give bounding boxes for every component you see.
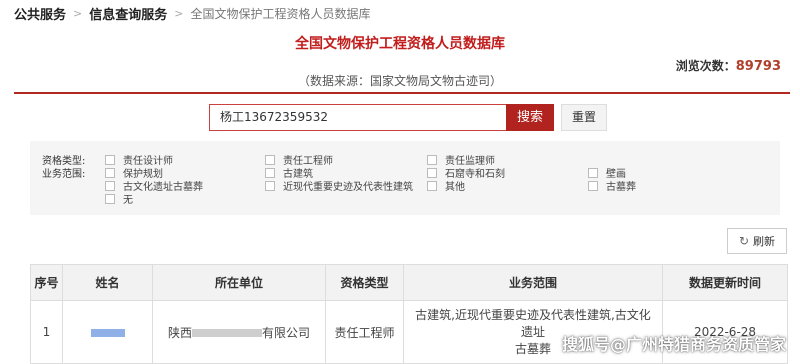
filter-panel: 资格类型: 业务范围: 责任设计师 责任工程师 责任监理师 保护规划 古建筑 石… xyxy=(30,141,780,215)
breadcrumb: 公共服务 > 信息查询服务 > 全国文物保护工程资格人员数据库 xyxy=(14,4,370,23)
checkbox[interactable] xyxy=(427,180,437,191)
filter-option-modern-sites[interactable]: 近现代重要史迹及代表性建筑 xyxy=(265,178,413,193)
filter-option-other[interactable]: 其他 xyxy=(427,178,465,193)
breadcrumb-separator: > xyxy=(73,7,83,20)
watermark: 搜狐号@广州特猎商务资质管家 xyxy=(561,335,786,354)
title-divider xyxy=(14,92,790,94)
checkbox[interactable] xyxy=(588,167,598,178)
header-updated: 数据更新时间 xyxy=(662,264,788,301)
checkbox[interactable] xyxy=(427,167,437,178)
header-name: 姓名 xyxy=(62,264,153,301)
unit-suffix: 有限公司 xyxy=(262,325,311,340)
checkbox[interactable] xyxy=(588,180,598,191)
checkbox[interactable] xyxy=(105,154,115,165)
checkbox[interactable] xyxy=(427,154,437,165)
breadcrumb-public-services[interactable]: 公共服务 xyxy=(14,4,66,23)
refresh-button[interactable]: ↻ 刷新 xyxy=(727,228,787,254)
checkbox[interactable] xyxy=(105,167,115,178)
breadcrumb-current: 全国文物保护工程资格人员数据库 xyxy=(190,7,371,21)
filter-option-ancient-tombs[interactable]: 古墓葬 xyxy=(588,178,636,193)
search-button[interactable]: 搜索 xyxy=(506,104,554,131)
cell-unit: 陕西 有限公司 xyxy=(152,300,326,364)
data-source: （数据来源：国家文物局文物古迹司） xyxy=(297,74,502,88)
header-scope: 业务范围 xyxy=(403,264,663,301)
reset-button[interactable]: 重置 xyxy=(561,104,607,131)
cell-qual-type: 责任工程师 xyxy=(325,300,404,364)
breadcrumb-info-query[interactable]: 信息查询服务 xyxy=(89,4,167,23)
business-scope-label: 业务范围: xyxy=(42,169,86,180)
refresh-icon: ↻ xyxy=(738,234,750,248)
unit-prefix: 陕西 xyxy=(167,325,192,340)
view-counter-label: 浏览次数： xyxy=(675,59,736,73)
page-title: 全国文物保护工程资格人员数据库 xyxy=(295,36,505,52)
checkbox[interactable] xyxy=(105,180,115,191)
blurred-unit xyxy=(192,329,262,337)
refresh-label: 刷新 xyxy=(753,235,776,248)
cell-index: 1 xyxy=(30,300,63,364)
header-qual-type: 资格类型 xyxy=(325,264,404,301)
breadcrumb-separator: > xyxy=(174,7,184,20)
blurred-name xyxy=(90,328,125,337)
table-header-row: 序号 姓名 所在单位 资格类型 业务范围 数据更新时间 xyxy=(30,264,788,301)
checkbox[interactable] xyxy=(265,180,275,191)
header-index: 序号 xyxy=(30,264,63,301)
cell-name[interactable] xyxy=(62,300,153,364)
header-unit: 所在单位 xyxy=(152,264,326,301)
filter-option-none[interactable]: 无 xyxy=(105,191,133,206)
search-input[interactable] xyxy=(209,104,506,131)
checkbox[interactable] xyxy=(265,167,275,178)
checkbox[interactable] xyxy=(105,193,115,204)
checkbox[interactable] xyxy=(265,154,275,165)
